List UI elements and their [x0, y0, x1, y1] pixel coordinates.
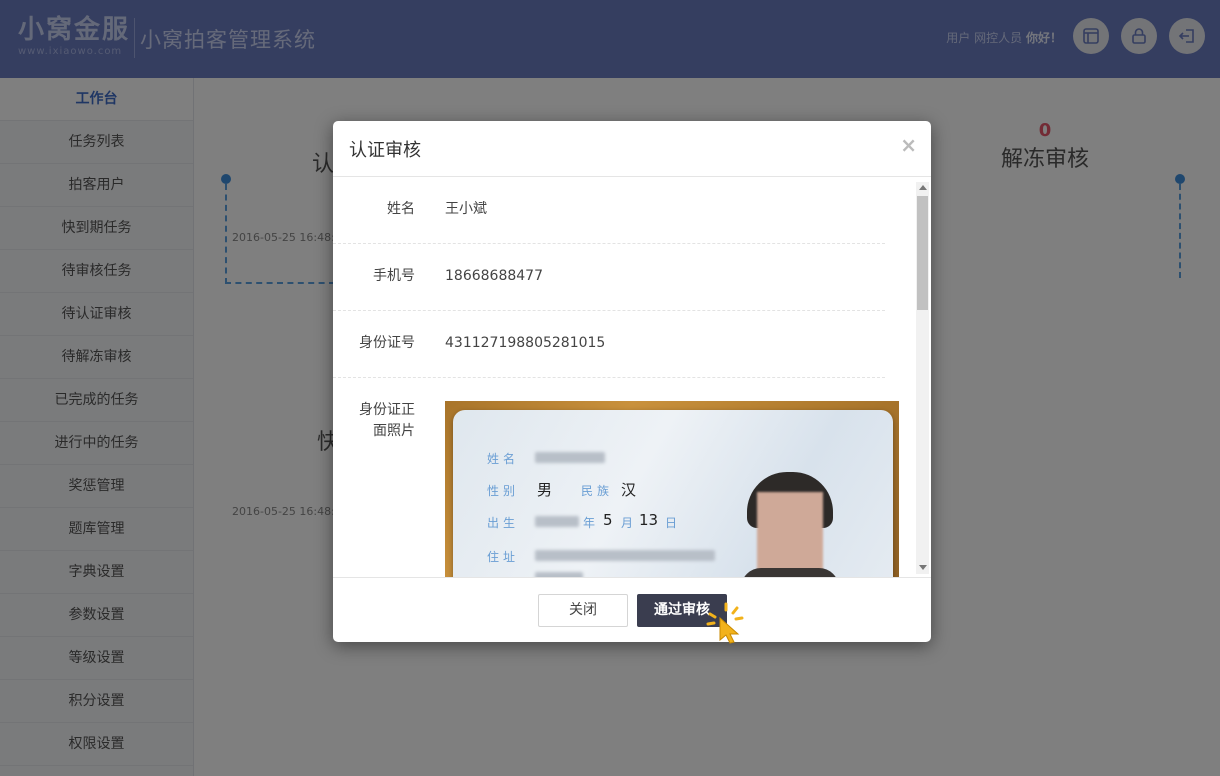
idcard-value: 5 — [603, 511, 613, 529]
scroll-up-arrow-icon[interactable] — [919, 185, 927, 190]
idcard-field: 出生 — [487, 516, 520, 530]
field-value: 18668688477 — [445, 268, 543, 284]
photo-label-line1: 身份证正 — [359, 402, 415, 418]
modal-header: 认证审核 × — [333, 121, 931, 177]
field-value: 王小斌 — [445, 201, 487, 217]
id-card: 姓名 性别 男 民族 汉 出生 年 5 月 13 日 住址 — [453, 410, 893, 578]
redacted-text — [535, 550, 715, 561]
modal-title: 认证审核 — [349, 140, 421, 161]
photo-label-line2: 面照片 — [373, 423, 415, 439]
portrait-mosaic — [757, 492, 823, 578]
field-label: 身份证号 — [359, 335, 415, 351]
idcard-suffix: 月 — [621, 516, 638, 530]
scroll-down-arrow-icon[interactable] — [919, 565, 927, 570]
field-row-phone: 手机号 18668688477 — [333, 244, 885, 311]
idcard-suffix: 年 — [583, 516, 600, 530]
idcard-value: 13 — [639, 511, 659, 529]
idcard-field: 住址 — [487, 550, 520, 564]
field-label: 姓名 — [387, 201, 415, 217]
idcard-field: 性别 — [487, 484, 520, 498]
modal-body[interactable]: 姓名 王小斌 手机号 18668688477 身份证号 431127198805… — [333, 178, 931, 578]
idcard-suffix: 日 — [665, 516, 682, 530]
modal-scrollbar[interactable] — [916, 182, 929, 574]
portrait — [741, 472, 839, 578]
modal-footer: 关闭 通过审核 — [333, 577, 931, 642]
idcard-value: 男 — [537, 481, 553, 499]
redacted-text — [535, 452, 605, 463]
scroll-thumb[interactable] — [917, 196, 928, 310]
idcard-field: 姓名 — [487, 452, 520, 466]
id-card-photo[interactable]: 姓名 性别 男 民族 汉 出生 年 5 月 13 日 住址 — [445, 401, 899, 578]
field-row-name: 姓名 王小斌 — [333, 178, 885, 244]
field-value: 431127198805281015 — [445, 335, 606, 351]
close-icon[interactable]: × — [900, 133, 917, 157]
field-label-photo: 身份证正 面照片 — [333, 400, 415, 442]
certification-review-modal: 认证审核 × 姓名 王小斌 手机号 18668688477 身份证号 43112… — [333, 121, 931, 642]
field-row-id-number: 身份证号 431127198805281015 — [333, 311, 885, 378]
idcard-value: 汉 — [621, 481, 637, 499]
field-label: 手机号 — [373, 268, 415, 284]
idcard-field: 民族 — [581, 484, 614, 498]
click-cursor-icon — [706, 602, 744, 644]
redacted-text — [535, 516, 579, 527]
close-button[interactable]: 关闭 — [538, 594, 628, 627]
